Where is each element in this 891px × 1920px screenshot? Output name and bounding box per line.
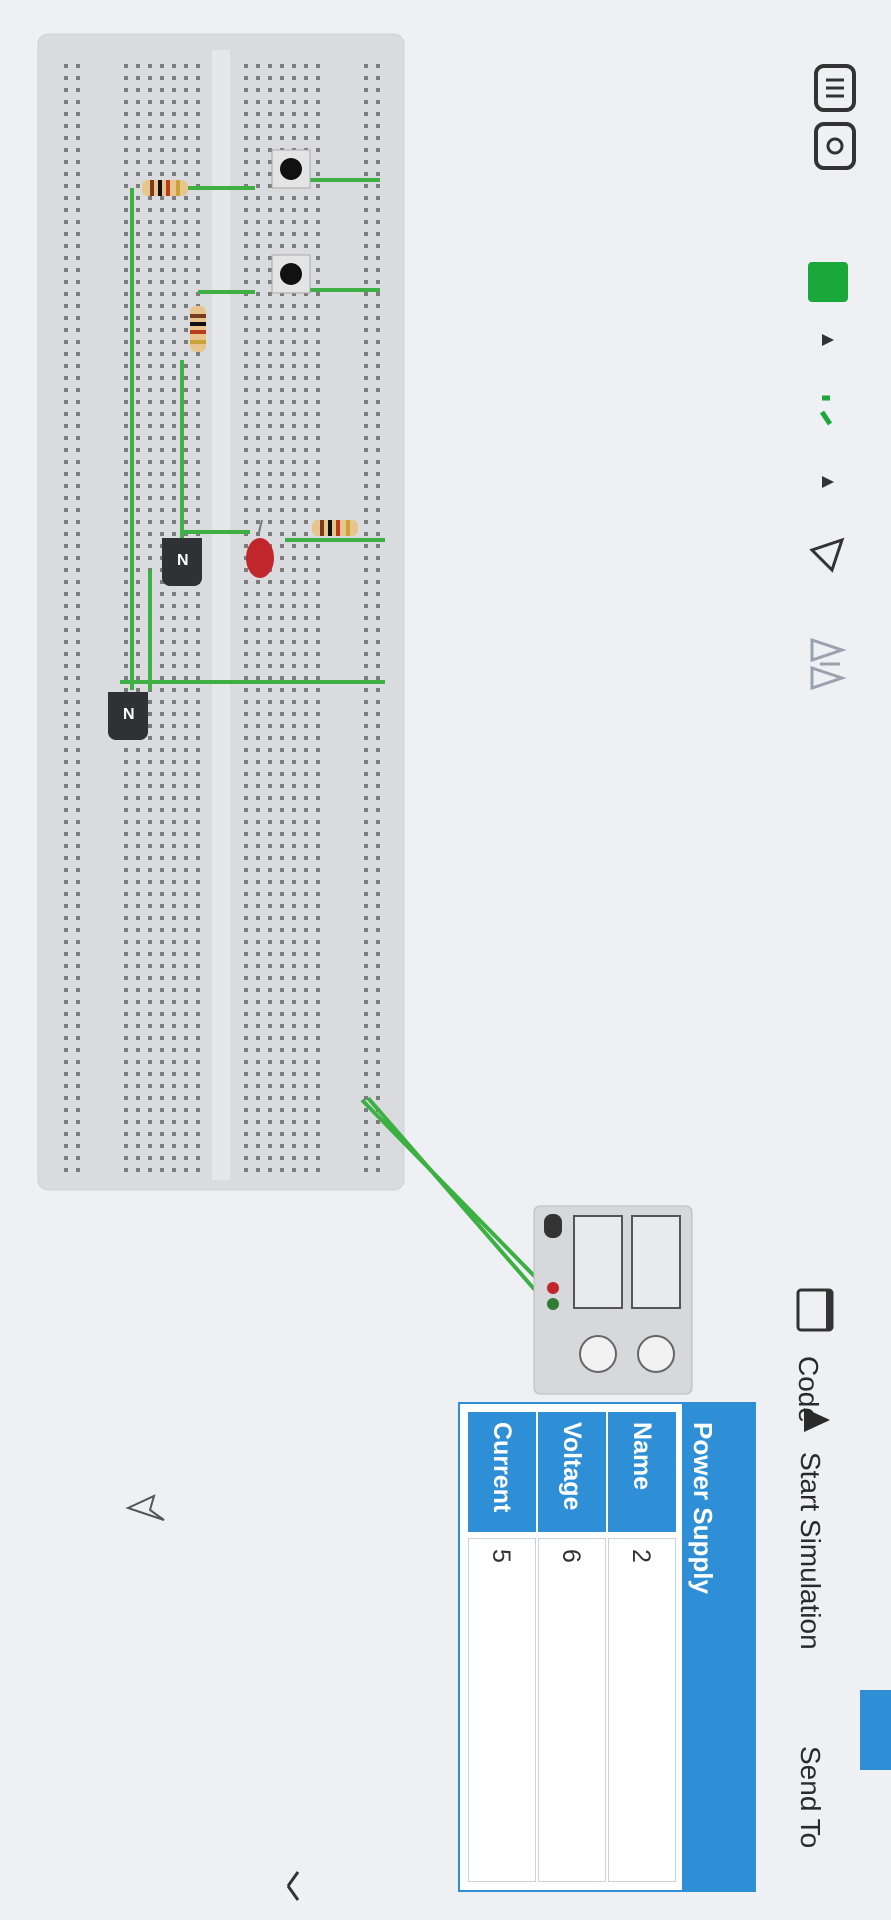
current-knob[interactable] <box>637 1335 675 1373</box>
voltage-knob[interactable] <box>579 1335 617 1373</box>
property-row-voltage: Voltage 6 <box>538 1412 606 1882</box>
power-supply[interactable] <box>533 1205 693 1395</box>
comment-icon[interactable] <box>814 122 856 170</box>
power-rail-left[interactable] <box>62 62 88 1172</box>
resistor-r2[interactable] <box>190 306 206 352</box>
property-label: Current <box>468 1412 536 1532</box>
toolbar-edge-tab <box>860 1690 891 1770</box>
positive-terminal[interactable] <box>547 1282 559 1294</box>
transistor-q2-label: N <box>123 706 135 723</box>
pushbutton-2[interactable] <box>271 254 311 294</box>
pushbutton-1[interactable] <box>271 149 311 189</box>
line-style-dropdown-chevron-icon[interactable] <box>822 476 834 488</box>
circuit-canvas[interactable]: N N <box>0 0 891 1920</box>
power-rail-right[interactable] <box>358 62 384 1172</box>
properties-header: Power Supply <box>682 1404 754 1890</box>
terminal-strip-f-j[interactable] <box>236 62 326 1172</box>
properties-panel: Power Supply Name 2 Voltage 6 Current 5 <box>458 1402 756 1892</box>
terminal-strip-a-e[interactable] <box>116 62 206 1172</box>
tinkercad-workspace: N N Code Start Simulation Send To Power … <box>0 0 891 1920</box>
property-label: Voltage <box>538 1412 606 1532</box>
name-field[interactable]: 2 <box>608 1538 676 1882</box>
color-dropdown-chevron-icon[interactable] <box>822 334 834 346</box>
code-button-label[interactable]: Code <box>792 1356 824 1423</box>
color-swatch-icon[interactable] <box>808 262 848 302</box>
property-row-current: Current 5 <box>468 1412 536 1882</box>
property-row-name: Name 2 <box>608 1412 676 1882</box>
resistor-r1[interactable] <box>142 180 188 196</box>
voltage-field[interactable]: 6 <box>538 1538 606 1882</box>
properties-title: Power Supply <box>688 1422 718 1594</box>
breadboard[interactable] <box>37 33 405 1191</box>
start-simulation-button[interactable]: Start Simulation <box>794 1452 826 1650</box>
voltage-display <box>573 1215 623 1309</box>
current-display <box>631 1215 681 1309</box>
notes-icon[interactable] <box>814 64 856 112</box>
line-style-icon[interactable] <box>819 395 833 426</box>
resistor-r3[interactable] <box>312 520 358 536</box>
rotate-icon[interactable] <box>809 537 845 573</box>
power-toggle[interactable] <box>544 1214 562 1238</box>
transistor-q1-label: N <box>177 552 189 569</box>
current-field[interactable]: 5 <box>468 1538 536 1882</box>
property-label: Name <box>608 1412 676 1532</box>
send-to-button[interactable]: Send To <box>794 1746 826 1848</box>
negative-terminal[interactable] <box>547 1298 559 1310</box>
cursor-icon <box>125 1494 165 1521</box>
collapse-icon[interactable] <box>286 1871 300 1901</box>
code-icon[interactable] <box>796 1288 834 1332</box>
mirror-icon[interactable] <box>810 637 847 691</box>
